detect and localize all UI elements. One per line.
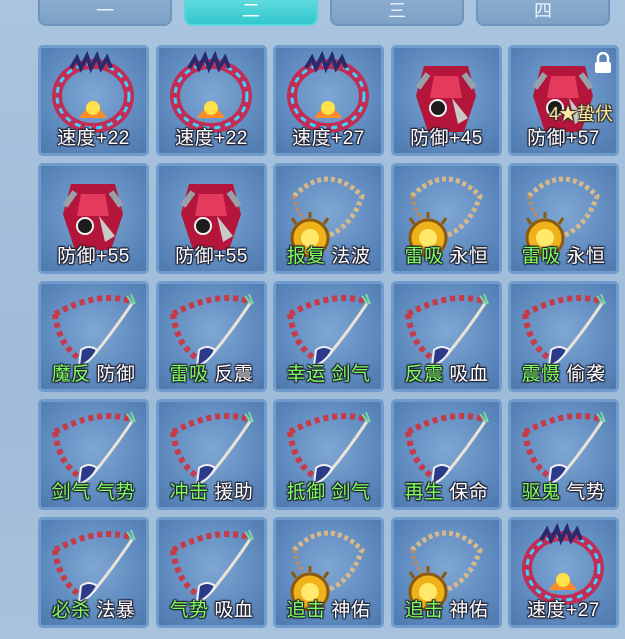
- item-stat-value: 防御+57: [527, 128, 600, 149]
- item-stat-label: 必杀 法暴: [41, 595, 146, 622]
- item-stat-value: 气势: [566, 482, 606, 503]
- item-stat-value: 援助: [214, 482, 254, 503]
- item-special-skills: 再生: [404, 482, 444, 503]
- item-special-skills: 报复: [286, 246, 326, 267]
- item-special-skills: 震慑: [521, 364, 561, 385]
- tab-4-label: 四: [534, 1, 552, 22]
- item-stat-label: 速度+27: [276, 123, 381, 150]
- item-slot[interactable]: 报复 法波: [273, 163, 384, 274]
- item-stat-value: 防御+55: [57, 246, 130, 267]
- item-stat-label: 剑气 气势: [41, 477, 146, 504]
- item-slot[interactable]: 魔反 防御: [38, 281, 149, 392]
- tab-1-label: 一: [96, 1, 114, 22]
- item-stat-label: 追击 神佑: [276, 595, 381, 622]
- item-stat-label: 震慑 偷袭: [511, 359, 616, 386]
- lock-icon: [595, 52, 611, 73]
- item-stat-label: 气势 吸血: [159, 595, 264, 622]
- item-stat-value: 法暴: [96, 600, 136, 621]
- item-special-skills: 魔反: [51, 364, 91, 385]
- tab-3-label: 三: [388, 1, 406, 22]
- item-slot[interactable]: 驱鬼 气势: [508, 399, 619, 510]
- item-stat-value: 防御+55: [175, 246, 248, 267]
- item-stat-label: 追击 神佑: [394, 595, 499, 622]
- item-stat-label: 雷吸 永恒: [511, 241, 616, 268]
- item-special-skills: 驱鬼: [521, 482, 561, 503]
- item-stat-label: 速度+22: [159, 123, 264, 150]
- item-stat-label: 雷吸 反震: [159, 359, 264, 386]
- item-special-skills: 反震: [404, 364, 444, 385]
- item-stat-value: 保命: [449, 482, 489, 503]
- item-stat-label: 冲击 援助: [159, 477, 264, 504]
- item-slot[interactable]: 雷吸 永恒: [391, 163, 502, 274]
- item-special-skills: 雷吸: [521, 246, 561, 267]
- item-stat-label: 防御+45: [394, 123, 499, 150]
- item-stat-label: 雷吸 永恒: [394, 241, 499, 268]
- item-slot[interactable]: 追击 神佑: [391, 517, 502, 628]
- item-stat-value: 吸血: [214, 600, 254, 621]
- item-slot[interactable]: 速度+27: [508, 517, 619, 628]
- item-special-skills: 追击: [404, 600, 444, 621]
- item-slot[interactable]: 防御+55: [156, 163, 267, 274]
- item-stat-value: 速度+22: [57, 128, 130, 149]
- item-stat-label: 报复 法波: [276, 241, 381, 268]
- item-stat-label: 反震 吸血: [394, 359, 499, 386]
- item-slot[interactable]: 雷吸 永恒: [508, 163, 619, 274]
- item-stat-value: 偷袭: [566, 364, 606, 385]
- item-stat-label: 魔反 防御: [41, 359, 146, 386]
- item-stat-value: 神佑: [331, 600, 371, 621]
- item-slot[interactable]: 速度+22: [156, 45, 267, 156]
- item-stat-label: 防御+55: [41, 241, 146, 268]
- item-slot[interactable]: 速度+22: [38, 45, 149, 156]
- item-stat-value: 速度+27: [527, 600, 600, 621]
- item-slot[interactable]: 防御+45: [391, 45, 502, 156]
- item-slot[interactable]: 剑气 气势: [38, 399, 149, 510]
- item-stat-value: 永恒: [566, 246, 606, 267]
- item-slot[interactable]: 追击 神佑: [273, 517, 384, 628]
- item-slot[interactable]: 必杀 法暴: [38, 517, 149, 628]
- category-tabs: 一 二 三 四: [0, 0, 625, 30]
- item-special-skills: 冲击: [169, 482, 209, 503]
- item-slot[interactable]: 冲击 援助: [156, 399, 267, 510]
- item-slot[interactable]: 再生 保命: [391, 399, 502, 510]
- item-stat-label: 速度+27: [511, 595, 616, 622]
- tab-2[interactable]: 二: [184, 0, 318, 26]
- item-special-skills: 雷吸: [169, 364, 209, 385]
- item-stat-label: 再生 保命: [394, 477, 499, 504]
- item-stat-value: 神佑: [449, 600, 489, 621]
- item-special-skills: 抵御 剑气: [286, 482, 371, 503]
- item-stat-label: 抵御 剑气: [276, 477, 381, 504]
- item-slot[interactable]: 气势 吸血: [156, 517, 267, 628]
- item-special-skills: 气势: [169, 600, 209, 621]
- item-stat-label: 防御+57: [511, 123, 616, 150]
- tab-4[interactable]: 四: [476, 0, 610, 26]
- item-stat-label: 防御+55: [159, 241, 264, 268]
- item-slot[interactable]: 4★蛰伏 防御+57: [508, 45, 619, 156]
- item-stat-value: 法波: [331, 246, 371, 267]
- item-stat-label: 幸运 剑气: [276, 359, 381, 386]
- item-stat-value: 防御: [96, 364, 136, 385]
- item-slot[interactable]: 反震 吸血: [391, 281, 502, 392]
- item-special-skills: 剑气 气势: [51, 482, 136, 503]
- item-stat-value: 速度+27: [292, 128, 365, 149]
- item-special-skills: 雷吸: [404, 246, 444, 267]
- item-stat-label: 驱鬼 气势: [511, 477, 616, 504]
- item-stat-value: 永恒: [449, 246, 489, 267]
- item-special-skills: 幸运 剑气: [286, 364, 371, 385]
- item-special-skills: 必杀: [51, 600, 91, 621]
- tab-1[interactable]: 一: [38, 0, 172, 26]
- item-stat-value: 吸血: [449, 364, 489, 385]
- tab-2-label: 二: [242, 1, 260, 22]
- item-slot[interactable]: 震慑 偷袭: [508, 281, 619, 392]
- item-slot[interactable]: 抵御 剑气: [273, 399, 384, 510]
- item-slot[interactable]: 雷吸 反震: [156, 281, 267, 392]
- tab-3[interactable]: 三: [330, 0, 464, 26]
- item-slot[interactable]: 速度+27: [273, 45, 384, 156]
- item-special-skills: 追击: [286, 600, 326, 621]
- item-slot[interactable]: 防御+55: [38, 163, 149, 274]
- item-stat-value: 防御+45: [410, 128, 483, 149]
- item-stat-label: 速度+22: [41, 123, 146, 150]
- item-stat-value: 速度+22: [175, 128, 248, 149]
- item-slot[interactable]: 幸运 剑气: [273, 281, 384, 392]
- item-stat-value: 反震: [214, 364, 254, 385]
